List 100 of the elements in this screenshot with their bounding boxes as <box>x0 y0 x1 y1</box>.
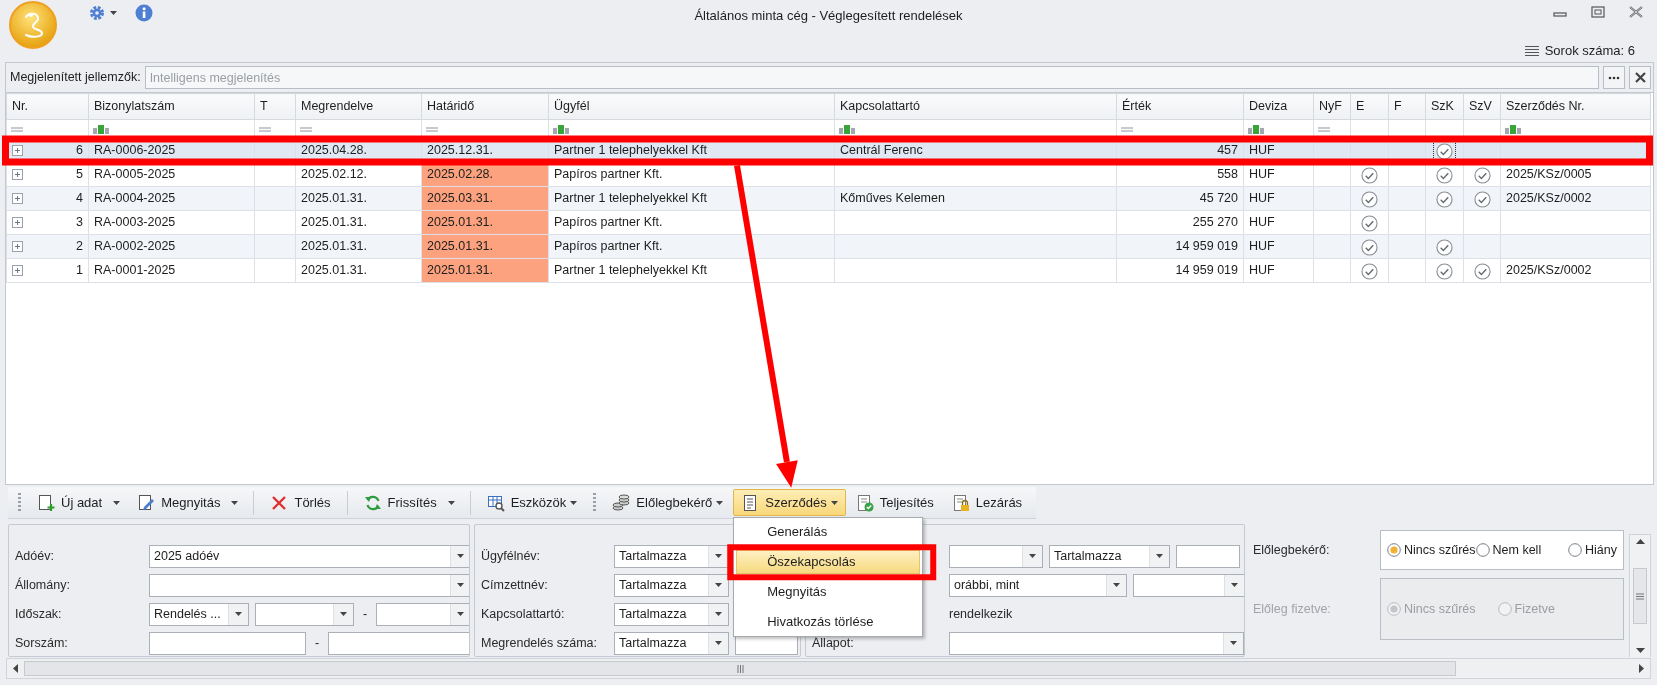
logo-icon[interactable] <box>8 0 58 50</box>
dropdown-field[interactable]: Tartalmazza <box>614 544 729 568</box>
dropdown-field[interactable] <box>376 602 469 626</box>
dropdown-field[interactable]: Tartalmazza <box>614 573 729 597</box>
scroll-down-icon[interactable] <box>1635 648 1645 653</box>
dropdown-field[interactable]: Tartalmazza <box>614 602 729 626</box>
column-header[interactable]: Szerződés Nr. <box>1500 93 1651 120</box>
expand-icon[interactable] <box>12 265 23 276</box>
text-field[interactable] <box>328 631 469 655</box>
table-cell: 14 959 019 <box>1116 258 1244 283</box>
text-field[interactable] <box>149 631 306 655</box>
column-header[interactable]: Ügyfél <box>548 93 835 120</box>
table-row[interactable]: 2 RA-0002-2025 2025.01.31. 2025.01.31. Papíros partner Kft. 14 959 019 HUF <box>6 234 1651 259</box>
column-header[interactable]: E <box>1350 93 1389 120</box>
scrollbar-thumb[interactable] <box>1633 568 1647 624</box>
toolbar-button[interactable]: Teljesítés <box>847 488 942 517</box>
column-header[interactable]: Nr. <box>6 93 89 120</box>
caret-icon <box>1230 641 1237 645</box>
expand-icon[interactable] <box>12 241 23 252</box>
toolbar-button[interactable]: Szerződés <box>733 488 846 517</box>
caret-icon <box>715 612 722 616</box>
column-header[interactable]: Kapcsolattartó <box>834 93 1117 120</box>
gear-icon[interactable] <box>88 4 106 22</box>
restore-icon[interactable] <box>1591 6 1605 18</box>
dropdown-field[interactable]: Tartalmazza <box>1049 544 1170 568</box>
expand-icon[interactable] <box>12 145 23 156</box>
toolbar-button[interactable]: Lezárás <box>943 488 1031 517</box>
clear-button[interactable] <box>1629 66 1651 89</box>
column-header[interactable]: SzK <box>1425 93 1464 120</box>
expand-icon[interactable] <box>12 193 23 204</box>
text-filter-icon[interactable] <box>839 124 855 134</box>
check-icon[interactable] <box>1361 238 1378 256</box>
dropdown-field[interactable]: Tartalmazza <box>614 631 729 655</box>
dropdown-field[interactable] <box>949 631 1244 655</box>
check-icon[interactable] <box>1436 262 1453 280</box>
column-header[interactable]: Érték <box>1116 93 1244 120</box>
table-row[interactable]: 4 RA-0004-2025 2025.01.31. 2025.03.31. Partner 1 telephelyekkel Kft Kőműves Kelemen 45 720 HUF 2025/KSz/0002 <box>6 186 1651 211</box>
info-icon[interactable] <box>135 4 153 22</box>
expand-icon[interactable] <box>12 169 23 180</box>
text-filter-icon[interactable] <box>553 124 569 134</box>
column-header[interactable]: F <box>1388 93 1426 120</box>
table-row[interactable]: 6 RA-0006-2025 2025.04.28. 2025.12.31. Partner 1 telephelyekkel Kft Centrál Ferenc 457 HUF <box>6 138 1651 163</box>
check-icon[interactable] <box>1473 190 1491 208</box>
menu-item[interactable]: Generálás <box>736 520 921 545</box>
menu-item[interactable]: Hivatkozás törlése <box>736 610 921 635</box>
radio-button[interactable] <box>1387 543 1401 557</box>
dropdown-field[interactable] <box>255 602 354 626</box>
check-icon[interactable] <box>1361 166 1378 184</box>
table-row[interactable]: 5 RA-0005-2025 2025.02.12. 2025.02.28. Papíros partner Kft. 558 HUF 2025/KSz/0005 <box>6 162 1651 187</box>
text-field[interactable] <box>1176 544 1240 568</box>
dropdown-field[interactable]: orábbi, mint <box>949 573 1127 597</box>
column-header[interactable]: Megrendelve <box>295 93 422 120</box>
check-icon[interactable] <box>1473 262 1491 280</box>
expand-icon[interactable] <box>12 217 23 228</box>
table-cell: HUF <box>1243 210 1314 235</box>
check-icon[interactable] <box>1436 238 1453 256</box>
more-button[interactable] <box>1603 66 1625 89</box>
check-icon[interactable] <box>1436 190 1453 208</box>
check-icon[interactable] <box>1361 190 1378 208</box>
toolbar-button[interactable]: Megnyitás <box>129 488 225 517</box>
display-filter-field[interactable]: Intelligens megjelenítés <box>144 66 1599 89</box>
column-header[interactable]: Deviza <box>1243 93 1314 120</box>
dropdown-field[interactable] <box>949 544 1043 568</box>
check-icon[interactable] <box>1361 262 1378 280</box>
menu-item[interactable]: Megnyitás <box>736 580 921 605</box>
vertical-scrollbar[interactable] <box>1629 534 1651 657</box>
menu-item[interactable]: Öszekapcsolás <box>736 550 921 575</box>
close-icon[interactable] <box>1629 6 1643 18</box>
scrollbar-thumb[interactable] <box>24 661 1456 676</box>
toolbar-button[interactable]: Előlegbekérő <box>604 488 732 517</box>
toolbar-button[interactable]: Eszközök <box>478 488 586 517</box>
text-filter-icon[interactable] <box>93 124 109 134</box>
toolbar-button[interactable]: Új adat <box>29 488 107 517</box>
toolbar-button[interactable]: Törlés <box>262 488 339 517</box>
dropdown-field[interactable] <box>1133 573 1244 597</box>
radio-button[interactable] <box>1475 543 1490 557</box>
dropdown-field[interactable]: 2025 adóév <box>149 544 469 568</box>
check-icon[interactable] <box>1361 214 1378 232</box>
check-icon[interactable] <box>1436 142 1453 160</box>
horizontal-scrollbar[interactable] <box>6 658 1651 679</box>
dropdown-field[interactable]: Rendelés ... <box>149 602 249 626</box>
toolbar-button[interactable]: Frissítés <box>355 488 441 517</box>
delete-icon <box>270 493 289 512</box>
table-row[interactable]: 1 RA-0001-2025 2025.01.31. 2025.01.31. Partner 1 telephelyekkel Kft 14 959 019 HUF 2025/KSz/0002 <box>6 258 1651 283</box>
table-cell: 2025.01.31. <box>295 186 422 211</box>
scroll-left-icon[interactable] <box>13 664 18 673</box>
text-filter-icon[interactable] <box>1505 124 1521 134</box>
column-header[interactable]: SzV <box>1463 93 1501 120</box>
table-row[interactable]: 3 RA-0003-2025 2025.01.31. 2025.01.31. Papíros partner Kft. 255 270 HUF <box>6 210 1651 235</box>
column-header[interactable]: Bizonylatszám <box>88 93 255 120</box>
dropdown-field[interactable] <box>149 573 469 597</box>
check-icon[interactable] <box>1436 166 1453 184</box>
text-filter-icon[interactable] <box>1248 124 1264 134</box>
column-header[interactable]: NyF <box>1313 93 1351 120</box>
column-header[interactable]: T <box>254 93 296 120</box>
radio-button[interactable] <box>1568 543 1583 557</box>
column-header[interactable]: Határidő <box>421 93 549 120</box>
check-icon[interactable] <box>1473 166 1491 184</box>
scroll-up-icon[interactable] <box>1635 539 1645 544</box>
scroll-right-icon[interactable] <box>1639 664 1644 673</box>
